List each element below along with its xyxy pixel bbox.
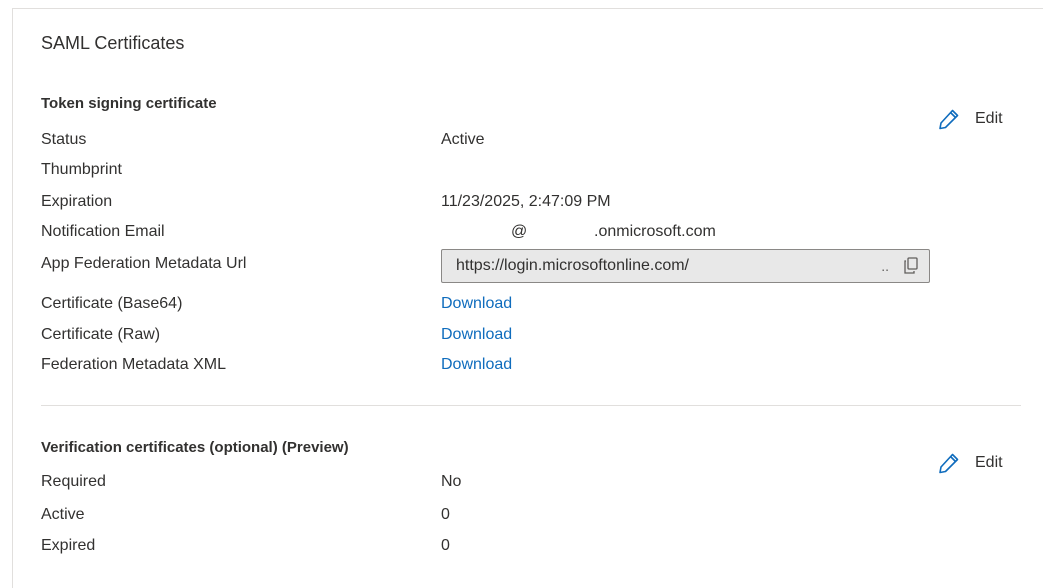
metadata-url-label: App Federation Metadata Url bbox=[41, 255, 247, 272]
status-label: Status bbox=[41, 131, 87, 148]
federation-xml-download-link[interactable]: Download bbox=[441, 356, 512, 374]
token-signing-edit-button[interactable]: Edit bbox=[937, 107, 1003, 131]
expired-label: Expired bbox=[41, 537, 96, 554]
federation-xml-label: Federation Metadata XML bbox=[41, 356, 226, 373]
required-label: Required bbox=[41, 473, 106, 490]
thumbprint-label: Thumbprint bbox=[41, 161, 122, 178]
metadata-url-ellipsis: .. bbox=[881, 258, 889, 274]
expiration-value: 11/23/2025, 2:47:09 PM bbox=[441, 193, 611, 210]
pencil-icon bbox=[937, 107, 961, 131]
cert-raw-label: Certificate (Raw) bbox=[41, 326, 161, 343]
edit-label: Edit bbox=[975, 110, 1003, 127]
status-value: Active bbox=[441, 131, 485, 148]
edit-label: Edit bbox=[975, 454, 1003, 471]
cert-base64-download-link[interactable]: Download bbox=[441, 295, 512, 313]
expired-value: 0 bbox=[441, 537, 450, 554]
cert-base64-label: Certificate (Base64) bbox=[41, 295, 183, 312]
metadata-url-value: https://login.microsoftonline.com/ bbox=[456, 257, 689, 274]
metadata-url-field[interactable]: https://login.microsoftonline.com/ .. bbox=[441, 249, 930, 283]
verification-edit-button[interactable]: Edit bbox=[937, 451, 1003, 475]
notification-email-domain: .onmicrosoft.com bbox=[594, 223, 716, 240]
token-signing-title: Token signing certificate bbox=[41, 95, 217, 112]
expiration-label: Expiration bbox=[41, 193, 113, 210]
required-value: No bbox=[441, 473, 462, 490]
verification-title: Verification certificates (optional) (Pr… bbox=[41, 439, 349, 456]
active-value: 0 bbox=[441, 506, 450, 523]
notification-email-at: @ bbox=[511, 223, 528, 240]
panel-title: SAML Certificates bbox=[41, 33, 185, 53]
pencil-icon bbox=[937, 451, 961, 475]
saml-certificates-panel: SAML Certificates Token signing certific… bbox=[12, 8, 1043, 588]
notification-email-label: Notification Email bbox=[41, 223, 165, 240]
active-label: Active bbox=[41, 506, 85, 523]
section-divider bbox=[41, 405, 1021, 406]
cert-raw-download-link[interactable]: Download bbox=[441, 326, 512, 344]
copy-icon[interactable] bbox=[903, 257, 919, 275]
